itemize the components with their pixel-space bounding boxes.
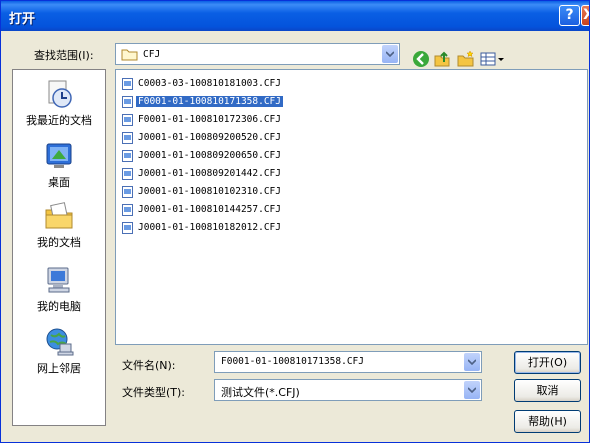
file-icon [122,149,133,162]
place-network[interactable]: 网上邻居 [13,326,105,376]
place-label: 网上邻居 [37,362,81,375]
filetype-dropdown[interactable]: 测试文件(*.CFJ) [214,379,482,401]
help-button[interactable]: 帮助(H) [514,410,581,433]
dialog-title: 打开 [9,12,36,27]
file-icon [122,113,133,126]
place-my-computer[interactable]: 我的电脑 [13,264,105,314]
cancel-button[interactable]: 取消 [514,379,581,402]
open-button[interactable]: 打开(O) [514,351,581,374]
places-bar: 我最近的文档 桌面 我的文档 我的电脑 网上邻居 [12,69,106,426]
file-item[interactable]: J0001-01-100810102310.CFJ [122,184,283,199]
file-item-selected[interactable]: F0001-01-100810171358.CFJ [122,94,283,109]
back-icon[interactable] [412,50,430,68]
file-item[interactable]: J0001-01-100809201442.CFJ [122,166,283,181]
view-menu-icon[interactable] [479,50,505,68]
file-icon [122,185,133,198]
my-computer-icon [47,267,70,293]
chevron-down-icon[interactable] [464,353,480,371]
chevron-down-icon[interactable] [464,381,480,399]
place-label: 我的电脑 [37,300,81,313]
filetype-value: 测试文件(*.CFJ) [221,386,300,399]
filename-value: F0001-01-100810171358.CFJ [221,356,364,367]
recent-documents-icon [48,80,72,108]
title-bar[interactable]: 打开 ? X [1,1,589,31]
close-button[interactable]: X [581,5,589,26]
lookin-dropdown[interactable]: CFJ [115,43,400,65]
my-documents-icon [45,202,73,229]
chevron-down-icon[interactable] [382,45,398,63]
file-item[interactable]: C0003-03-100810181003.CFJ [122,76,283,91]
file-icon [122,167,133,180]
file-icon [122,77,133,90]
file-item[interactable]: J0001-01-100810182012.CFJ [122,220,283,235]
filename-input[interactable]: F0001-01-100810171358.CFJ [214,351,482,373]
place-recent[interactable]: 我最近的文档 [13,78,105,128]
file-item[interactable]: F0001-01-100810172306.CFJ [122,112,283,127]
file-icon [122,131,133,144]
file-item[interactable]: J0001-01-100810144257.CFJ [122,202,283,217]
help-title-button[interactable]: ? [559,5,580,26]
lookin-value: CFJ [143,49,161,60]
place-desktop[interactable]: 桌面 [13,140,105,190]
place-my-documents[interactable]: 我的文档 [13,200,105,250]
place-label: 桌面 [48,176,70,189]
new-folder-icon[interactable] [457,50,475,68]
lookin-label: 查找范围(I): [34,49,94,62]
up-folder-icon[interactable] [433,50,451,68]
file-icon [122,95,133,108]
place-label: 我的文档 [37,236,81,249]
network-places-icon [46,328,74,356]
file-list[interactable]: C0003-03-100810181003.CFJ F0001-01-10081… [115,69,588,345]
desktop-icon [46,143,72,168]
filename-label: 文件名(N): [122,359,176,372]
place-label: 我最近的文档 [26,114,92,127]
file-item[interactable]: J0001-01-100809200520.CFJ [122,130,283,145]
open-file-dialog: 打开 ? X 查找范围(I): CFJ [0,0,590,443]
file-item[interactable]: J0001-01-100809200650.CFJ [122,148,283,163]
folder-icon [121,49,138,61]
file-icon [122,203,133,216]
file-icon [122,221,133,234]
filetype-label: 文件类型(T): [122,386,186,399]
